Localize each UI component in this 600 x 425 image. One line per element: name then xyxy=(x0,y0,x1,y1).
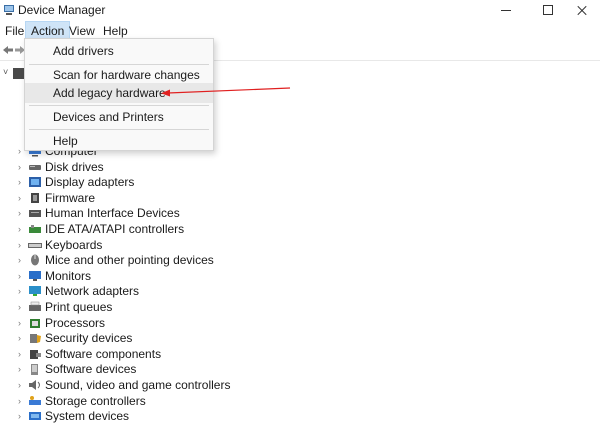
chevron-right-icon[interactable]: › xyxy=(18,364,21,374)
tree-item-label: Sound, video and game controllers xyxy=(45,378,231,392)
hid-icon xyxy=(29,210,41,218)
tree-item-label: System devices xyxy=(45,409,130,424)
firmware-icon xyxy=(31,192,39,203)
menu-item-help[interactable]: Help xyxy=(25,131,213,151)
chevron-right-icon[interactable]: › xyxy=(18,302,21,312)
disk-drive-icon xyxy=(29,164,41,170)
tree-item[interactable]: › Mice and other pointing devices xyxy=(18,253,318,269)
tree-item[interactable]: › Processors xyxy=(18,316,318,332)
minimize-button[interactable] xyxy=(486,0,526,21)
tree-item-label: Security devices xyxy=(45,331,133,346)
tree-item[interactable]: › Security devices xyxy=(18,331,318,347)
chevron-right-icon[interactable]: › xyxy=(18,162,21,172)
tree-item-label: Software components xyxy=(45,346,162,361)
menu-separator xyxy=(29,129,209,130)
tree-item[interactable]: › System devices xyxy=(18,409,318,425)
tree-item-label: Display adapters xyxy=(45,175,135,190)
tree-item[interactable]: › Disk drives xyxy=(18,160,318,176)
chevron-right-icon[interactable]: › xyxy=(18,255,21,265)
tree-item-label: Processors xyxy=(45,315,106,330)
chevron-right-icon[interactable]: › xyxy=(18,396,21,406)
device-manager-icon xyxy=(4,5,14,15)
chevron-right-icon[interactable]: › xyxy=(18,193,21,203)
tree-item-label: Firmware xyxy=(45,190,95,205)
title-bar: Device Manager xyxy=(0,0,600,21)
tree-item[interactable]: › Storage controllers xyxy=(18,394,318,410)
chevron-right-icon[interactable]: › xyxy=(18,349,21,359)
chevron-right-icon[interactable]: › xyxy=(18,146,21,156)
chevron-right-icon[interactable]: › xyxy=(18,208,21,218)
tree-item-label: Print queues xyxy=(45,300,113,314)
security-device-icon xyxy=(30,334,41,344)
mouse-icon xyxy=(31,254,39,266)
monitor-icon xyxy=(29,270,41,281)
chevron-right-icon[interactable]: › xyxy=(18,411,21,421)
chevron-right-icon[interactable]: › xyxy=(18,318,21,328)
tree-item-label: Mice and other pointing devices xyxy=(45,253,214,268)
tree-item[interactable]: › IDE ATA/ATAPI controllers xyxy=(18,222,318,238)
chevron-right-icon[interactable]: › xyxy=(18,271,21,281)
tree-item-label: Storage controllers xyxy=(45,393,146,408)
tree-item-label: Human Interface Devices xyxy=(45,206,180,221)
tree-item[interactable]: › Display adapters xyxy=(18,175,318,191)
printer-icon xyxy=(29,301,41,311)
chevron-right-icon[interactable]: › xyxy=(18,333,21,343)
action-dropdown-menu: Add drivers Scan for hardware changes Ad… xyxy=(24,38,214,151)
chevron-right-icon[interactable]: › xyxy=(18,286,21,296)
tree-item[interactable]: › Print queues xyxy=(18,300,318,316)
network-adapter-icon xyxy=(29,286,41,297)
ide-controller-icon xyxy=(29,225,41,233)
tree-item[interactable]: › Keyboards xyxy=(18,238,318,254)
tree-item[interactable]: › Human Interface Devices xyxy=(18,206,318,222)
menu-separator xyxy=(29,105,209,106)
tree-item-label: Network adapters xyxy=(45,284,140,299)
tree-item-label: Keyboards xyxy=(45,237,103,252)
storage-controller-icon xyxy=(29,395,41,405)
chevron-right-icon[interactable]: › xyxy=(18,380,21,390)
window-title: Device Manager xyxy=(18,3,106,17)
software-device-icon xyxy=(31,364,38,376)
menu-item-devices-printers[interactable]: Devices and Printers xyxy=(25,107,213,127)
tree-item[interactable]: › Monitors xyxy=(18,269,318,285)
processor-icon xyxy=(30,318,40,328)
tree-item[interactable]: › Firmware xyxy=(18,191,318,207)
chevron-down-icon[interactable]: ˅ xyxy=(3,67,8,77)
display-adapter-icon xyxy=(29,177,41,188)
software-component-icon xyxy=(30,349,41,359)
tree-item-label: Monitors xyxy=(45,268,92,283)
chevron-right-icon[interactable]: › xyxy=(18,224,21,234)
menu-item-add-drivers[interactable]: Add drivers xyxy=(25,41,213,61)
tree-item[interactable]: › Sound, video and game controllers xyxy=(18,378,318,394)
close-button[interactable] xyxy=(562,0,600,21)
tree-item-label: Disk drives xyxy=(45,159,104,174)
back-arrow-icon[interactable] xyxy=(2,44,14,56)
tree-item[interactable]: › Software components xyxy=(18,347,318,363)
tree-item[interactable]: › Network adapters xyxy=(18,284,318,300)
tree-item-label: IDE ATA/ATAPI controllers xyxy=(45,222,185,236)
system-device-icon xyxy=(29,412,41,421)
keyboard-icon xyxy=(28,242,42,248)
chevron-right-icon[interactable]: › xyxy=(18,177,21,187)
speaker-icon xyxy=(29,380,40,390)
tree-item-label: Software devices xyxy=(45,362,137,377)
tree-item[interactable]: › Software devices xyxy=(18,362,318,378)
menu-item-add-legacy-hardware[interactable]: Add legacy hardware xyxy=(25,83,213,103)
chevron-right-icon[interactable]: › xyxy=(18,240,21,250)
menu-item-scan-hardware[interactable]: Scan for hardware changes xyxy=(25,65,213,85)
